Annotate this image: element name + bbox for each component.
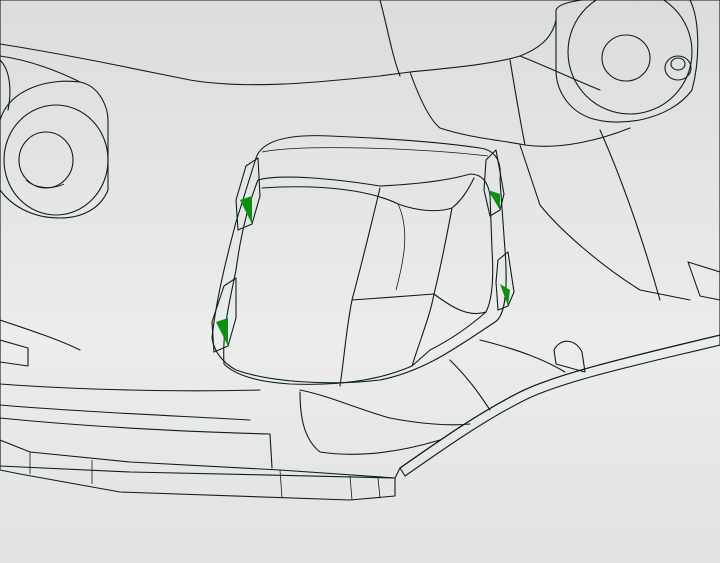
small-pin[interactable]	[664, 55, 692, 81]
cad-viewport[interactable]	[0, 0, 720, 563]
part-shell[interactable]	[0, 0, 720, 479]
pocket-rim	[211, 135, 507, 384]
clip-top-right[interactable]	[483, 149, 505, 217]
left-tab	[0, 339, 29, 367]
cad-model-render[interactable]	[0, 0, 720, 563]
clip-top-left[interactable]	[235, 157, 261, 231]
right-boss-hole	[601, 34, 651, 82]
right-boss[interactable]	[555, 0, 699, 123]
right-flange	[399, 334, 720, 477]
left-boss[interactable]	[0, 55, 109, 219]
lower-flange	[0, 439, 396, 501]
left-boss-hole	[18, 131, 74, 189]
right-tab	[687, 261, 720, 301]
rib-bump	[553, 340, 586, 373]
green-selected-face[interactable]	[223, 173, 494, 385]
